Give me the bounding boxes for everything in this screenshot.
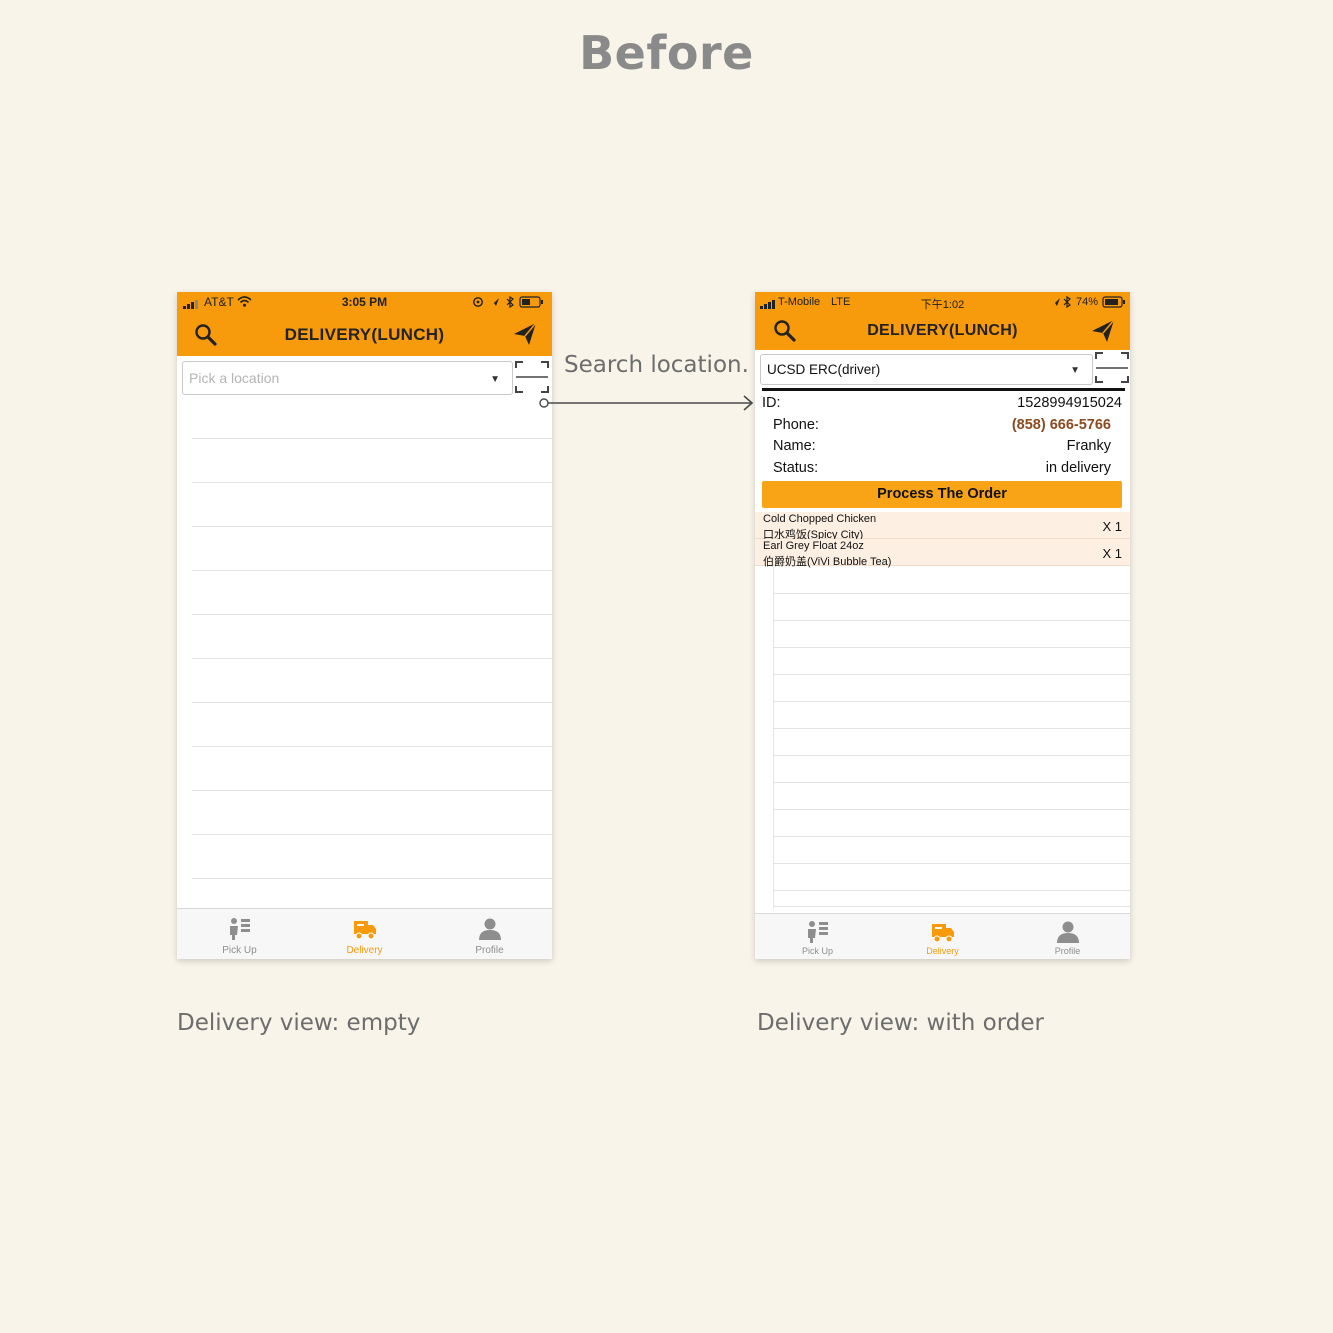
caption-empty: Delivery view: empty	[177, 1010, 421, 1036]
list-separator	[773, 755, 1130, 756]
order-phone-row: Phone: (858) 666-5766	[773, 417, 1111, 433]
tab-pick-up[interactable]: Pick Up	[755, 914, 880, 959]
tab-profile[interactable]: Profile	[427, 909, 552, 959]
order-status-row: Status: in delivery	[773, 460, 1111, 476]
order-id-label: ID:	[762, 395, 781, 411]
list-separator	[192, 702, 552, 703]
tab-delivery[interactable]: Delivery	[302, 909, 427, 959]
location-picker[interactable]: Pick a location ▼	[182, 361, 513, 395]
order-status-value: in delivery	[1045, 460, 1111, 476]
list-separator	[773, 593, 1130, 594]
page-title: Before	[579, 26, 754, 80]
list-separator	[192, 878, 552, 879]
order-phone-link[interactable]: (858) 666-5766	[1012, 417, 1111, 433]
list-separator	[192, 790, 552, 791]
item-restaurant: 伯爵奶盖(ViVi Bubble Tea)	[763, 556, 892, 568]
dropdown-caret-icon: ▼	[1070, 365, 1080, 376]
item-name: Cold Chopped Chicken	[763, 513, 877, 525]
list-separator	[192, 438, 552, 439]
order-item[interactable]: Cold Chopped Chicken 口水鸡饭(Spicy City) X …	[755, 512, 1130, 541]
order-id-value: 1528994915024	[1017, 395, 1122, 411]
tab-profile[interactable]: Profile	[1005, 914, 1130, 959]
battery-icon	[1102, 296, 1126, 311]
list-separator	[773, 863, 1130, 864]
dropdown-caret-icon: ▼	[490, 374, 500, 385]
order-item[interactable]: Earl Grey Float 24oz 伯爵奶盖(ViVi Bubble Te…	[755, 539, 1130, 568]
delivery-truck-icon	[353, 921, 376, 940]
process-order-button[interactable]: Process The Order	[762, 481, 1122, 508]
order-id-row: ID: 1528994915024	[762, 395, 1122, 411]
tab-label: Profile	[1054, 946, 1081, 956]
status-icons	[473, 295, 545, 311]
list-separator	[773, 906, 1130, 907]
list-separator	[192, 482, 552, 483]
tab-label: Delivery	[346, 945, 383, 956]
tab-label: Pick Up	[222, 945, 257, 956]
phone-screen-empty: AT&T 3:05 PM DELIVERY(LUNCH) Pick a loca…	[177, 292, 552, 959]
status-bar: AT&T 3:05 PM	[177, 292, 552, 312]
battery-label: 74%	[1076, 296, 1099, 308]
list-separator	[773, 674, 1130, 675]
divider	[762, 388, 1125, 391]
list-separator	[773, 701, 1130, 702]
list-separator	[773, 728, 1130, 729]
location-picker[interactable]: UCSD ERC(driver) ▼	[760, 354, 1093, 385]
tab-label: Profile	[475, 945, 504, 956]
list-separator	[192, 658, 552, 659]
item-quantity: X 1	[1102, 546, 1122, 561]
annotation-arrow	[539, 395, 754, 411]
annotation-label: Search location.	[564, 352, 749, 378]
order-status-label: Status:	[773, 460, 819, 476]
list-separator	[192, 746, 552, 747]
item-name: Earl Grey Float 24oz	[763, 540, 864, 552]
nav-title: DELIVERY(LUNCH)	[867, 322, 1018, 339]
send-icon[interactable]	[1091, 319, 1115, 348]
list-left-border	[773, 567, 774, 909]
status-bar: T-Mobile LTE 下午1:02 74%	[755, 292, 1130, 312]
clock: 下午1:02	[920, 299, 965, 311]
nav-bar: DELIVERY(LUNCH)	[755, 312, 1130, 350]
tab-label: Pick Up	[801, 946, 833, 956]
delivery-truck-icon	[931, 924, 954, 943]
list-separator	[773, 620, 1130, 621]
list-separator	[773, 836, 1130, 837]
scan-barcode-icon[interactable]	[1095, 352, 1129, 389]
list-separator	[773, 647, 1130, 648]
list-separator	[773, 809, 1130, 810]
nav-bar: DELIVERY(LUNCH)	[177, 312, 552, 356]
tab-pick-up[interactable]: Pick Up	[177, 909, 302, 959]
list-separator	[192, 834, 552, 835]
caption-with-order: Delivery view: with order	[757, 1010, 1044, 1036]
order-name-row: Name: Franky	[773, 438, 1111, 454]
list-separator	[192, 614, 552, 615]
list-separator	[773, 890, 1130, 891]
order-phone-label: Phone:	[773, 417, 819, 433]
list-separator	[192, 526, 552, 527]
item-quantity: X 1	[1102, 519, 1122, 534]
order-name-label: Name:	[773, 438, 816, 454]
person-icon	[478, 918, 501, 940]
tab-bar: Pick Up Delivery Profile	[177, 908, 552, 959]
location-value: UCSD ERC(driver)	[767, 362, 881, 377]
list-separator	[192, 570, 552, 571]
location-placeholder: Pick a location	[189, 370, 280, 386]
order-name-value: Franky	[1066, 438, 1111, 454]
phone-screen-order: T-Mobile LTE 下午1:02 74% DELIVERY(LUNCH) …	[755, 292, 1130, 959]
list-separator	[773, 782, 1130, 783]
send-icon[interactable]	[513, 322, 537, 351]
status-icons	[1051, 295, 1071, 311]
person-icon	[1056, 921, 1079, 943]
tab-bar: Pick Up Delivery Profile	[755, 913, 1130, 959]
pickup-icon	[807, 921, 828, 943]
nav-title: DELIVERY(LUNCH)	[284, 325, 445, 344]
tab-label: Delivery	[926, 946, 959, 956]
pickup-icon	[229, 918, 250, 940]
tab-delivery[interactable]: Delivery	[880, 914, 1005, 959]
